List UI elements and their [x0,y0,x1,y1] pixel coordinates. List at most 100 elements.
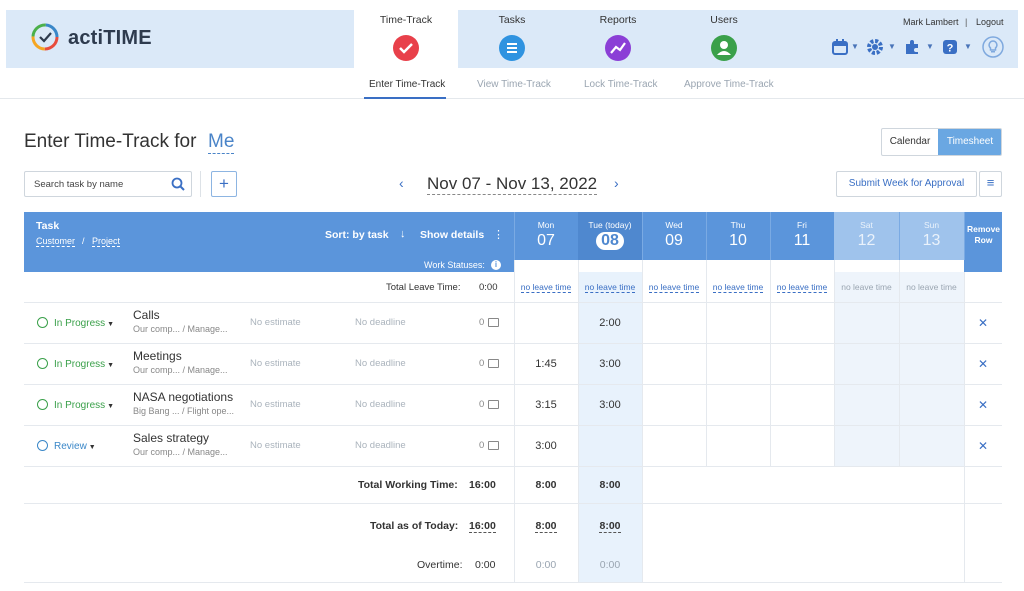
estimate[interactable]: No estimate [250,399,301,410]
time-cell[interactable]: 3:00 [578,399,642,411]
week-range-picker[interactable]: Nov 07 - Nov 13, 2022 [427,174,598,195]
estimate[interactable]: No estimate [250,440,301,451]
tab-users[interactable]: Users [672,10,776,68]
status-dropdown[interactable]: Review ▼ [37,440,96,452]
grid-line [24,466,1002,467]
time-cell[interactable]: 2:00 [578,317,642,329]
day-header-wed: Wed 09 [665,220,683,249]
tab-reports[interactable]: Reports [566,10,670,68]
time-cell[interactable]: 3:00 [578,358,642,370]
remove-row-header: Remove Row [966,224,1001,245]
remove-row-icon[interactable]: ✕ [978,398,988,412]
comment-count: 0 [479,399,485,410]
deadline[interactable]: No deadline [355,440,406,451]
deadline[interactable]: No deadline [355,358,406,369]
grid-line [24,384,1002,385]
leave-cell[interactable]: no leave time [706,282,770,293]
help-icon[interactable]: ? [941,38,959,56]
chevron-down-icon[interactable]: ▼ [888,42,896,51]
comment-icon[interactable] [488,359,499,368]
leave-cell[interactable]: no leave time [642,282,706,293]
status-dropdown[interactable]: In Progress ▼ [37,317,114,329]
column-divider [706,212,707,260]
comment-icon[interactable] [488,400,499,409]
leave-cell[interactable]: no leave time [514,282,578,293]
estimate[interactable]: No estimate [250,358,301,369]
search-placeholder: Search task by name [34,179,124,190]
leave-cell[interactable]: no leave time [578,282,642,293]
tab-label: Reports [599,14,637,26]
tab-label: Tasks [498,14,526,26]
comment-icon[interactable] [488,318,499,327]
deadline[interactable]: No deadline [355,317,406,328]
task-name[interactable]: NASA negotiations [133,390,233,404]
sort-toggle[interactable]: Sort: by task [325,229,389,241]
logout-link[interactable]: Logout [976,17,1004,27]
estimate[interactable]: No estimate [250,317,301,328]
search-input[interactable]: Search task by name [24,171,192,197]
status-dropdown[interactable]: In Progress ▼ [37,358,114,370]
project-link[interactable]: Project [92,236,121,247]
sort-arrow-icon[interactable]: ↓ [400,228,406,240]
brand-name: actiTIME [68,27,152,49]
deadline[interactable]: No deadline [355,399,406,410]
previous-week-button[interactable]: ‹ [399,175,404,191]
total-today-value: 16:00 [469,520,496,533]
chevron-down-icon: ▼ [88,444,96,451]
task-name[interactable]: Sales strategy [133,431,209,445]
task-name[interactable]: Meetings [133,349,182,363]
tab-time-track[interactable]: Time-Track [354,10,458,68]
tab-label: Time-Track [379,14,433,26]
column-divider [642,212,643,260]
grid-line [514,260,515,582]
subnav-divider [0,98,1024,99]
chevron-down-icon[interactable]: ▼ [926,42,934,51]
comment-count: 0 [479,358,485,369]
user-name[interactable]: Mark Lambert [903,17,959,27]
calendar-view-button[interactable]: Calendar [882,129,938,155]
day-header-sun: Sun 13 [899,212,964,260]
remove-row-icon[interactable]: ✕ [978,439,988,453]
task-path: Our comp... / Manage... [133,365,228,375]
next-week-button[interactable]: › [614,175,619,191]
search-icon[interactable] [171,177,185,191]
tab-label: Users [710,14,738,26]
task-path: Our comp... / Manage... [133,447,228,457]
comment-icon[interactable] [488,441,499,450]
menu-icon[interactable]: ≡ [979,171,1002,197]
lightbulb-icon[interactable] [982,36,1004,58]
total-today-day: 8:00 [599,520,621,533]
remove-row-icon[interactable]: ✕ [978,357,988,371]
chevron-down-icon[interactable]: ▼ [964,42,972,51]
tab-tasks[interactable]: Tasks [460,10,564,68]
submit-week-button[interactable]: Submit Week for Approval [836,171,977,197]
subtab-enter-time-track[interactable]: Enter Time-Track [369,79,445,90]
subtab-lock-time-track[interactable]: Lock Time-Track [584,79,658,90]
time-cell[interactable]: 1:45 [514,358,578,370]
customer-link[interactable]: Customer [36,236,76,247]
comment-count: 0 [479,317,485,328]
puzzle-icon[interactable] [903,38,921,56]
leave-cell[interactable]: no leave time [770,282,834,293]
info-icon[interactable]: i [491,260,501,270]
time-cell[interactable]: 3:15 [514,399,578,411]
subtab-approve-time-track[interactable]: Approve Time-Track [684,79,774,90]
user-selector[interactable]: Me [208,131,235,154]
day-header-fri: Fri 11 [793,220,811,249]
add-task-button[interactable]: + [211,171,237,197]
remove-row-icon[interactable]: ✕ [978,316,988,330]
status-dropdown[interactable]: In Progress ▼ [37,399,114,411]
clock-icon [37,440,48,451]
day-header-mon: Mon 07 [537,220,555,249]
more-options-icon[interactable]: ⋮ [493,228,504,241]
gear-icon[interactable] [866,38,884,56]
time-cell[interactable]: 3:00 [514,440,578,452]
task-path: Big Bang ... / Flight ope... [133,406,235,416]
timesheet-view-button[interactable]: Timesheet [938,129,1001,155]
calendar-icon[interactable] [831,38,849,56]
task-name[interactable]: Calls [133,308,160,322]
chevron-down-icon[interactable]: ▼ [851,42,859,51]
subtab-view-time-track[interactable]: View Time-Track [477,79,551,90]
show-details-toggle[interactable]: Show details [420,229,484,241]
users-icon [711,35,737,61]
